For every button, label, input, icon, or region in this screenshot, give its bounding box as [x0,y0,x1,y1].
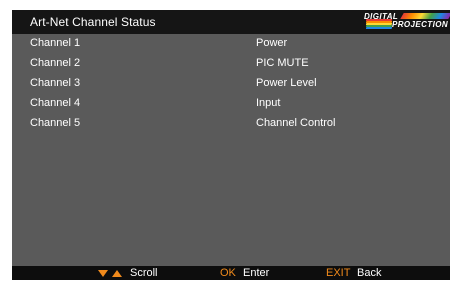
menu-title: Art-Net Channel Status [30,15,156,29]
back-hint-label: Back [357,267,382,279]
channel-row: Channel 4 Input [12,94,450,114]
channel-function: Power [256,37,288,49]
channel-row: Channel 2 PIC MUTE [12,54,450,74]
channel-label: Channel 3 [30,77,81,89]
channel-label: Channel 4 [30,97,81,109]
channel-function: PIC MUTE [256,57,309,69]
channel-row: Channel 3 Power Level [12,74,450,94]
enter-hint-label: Enter [243,267,270,279]
channel-status-list: Channel 1 Power Channel 2 PIC MUTE Chann… [12,34,450,266]
exit-key-label: EXIT [326,267,351,279]
channel-label: Channel 5 [30,117,81,129]
channel-function: Channel Control [256,117,336,129]
channel-label: Channel 1 [30,37,81,49]
logo-rainbow-bar [400,13,450,19]
logo-stripe [366,27,392,29]
key-hint-bar: Scroll OK Enter EXIT Back [12,266,450,280]
channel-row: Channel 1 Power [12,34,450,54]
channel-function: Input [256,97,281,109]
scroll-hint-label: Scroll [130,267,158,279]
title-bar: Art-Net Channel Status DIGITAL PROJECTIO… [12,10,450,34]
digital-projection-logo: DIGITAL PROJECTION [364,11,450,33]
up-down-arrows-icon [98,270,122,277]
channel-function: Power Level [256,77,317,89]
channel-row: Channel 5 Channel Control [12,114,450,134]
ok-key-label: OK [220,267,236,279]
logo-text-projection: PROJECTION [392,20,449,29]
osd-menu-window: Art-Net Channel Status DIGITAL PROJECTIO… [12,10,450,280]
channel-label: Channel 2 [30,57,81,69]
